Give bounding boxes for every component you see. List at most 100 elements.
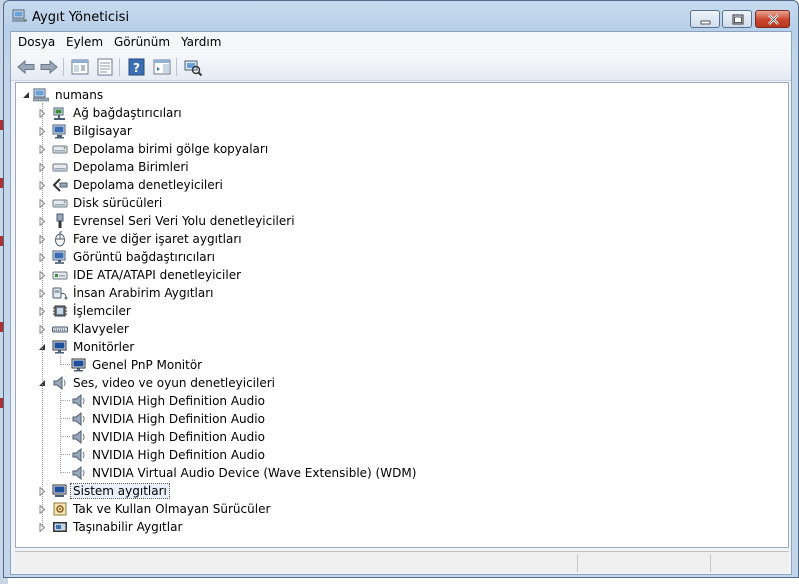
tree-connector bbox=[60, 392, 61, 473]
tree-connector bbox=[60, 464, 70, 473]
device-label: NVIDIA Virtual Audio Device (Wave Extens… bbox=[92, 466, 417, 480]
speaker-icon bbox=[72, 447, 85, 463]
properties-button[interactable] bbox=[94, 57, 116, 77]
menu-gorunum[interactable]: Görünüm bbox=[114, 35, 170, 49]
tree-item-goruntu-bagdastiricilari[interactable]: Görüntü bağdaştırıcıları bbox=[16, 248, 788, 266]
storage-controller-icon bbox=[52, 178, 68, 192]
network-adapter-icon bbox=[53, 107, 65, 120]
menu-bar: Dosya Eylem Görünüm Yardım bbox=[11, 32, 791, 52]
toolbar: ? bbox=[11, 53, 791, 81]
action-pane-button[interactable] bbox=[151, 57, 173, 77]
tree-device-nvidia-virtual-audio-device-wave-extensible-wdm[interactable]: NVIDIA Virtual Audio Device (Wave Extens… bbox=[16, 464, 788, 482]
back-button[interactable] bbox=[15, 57, 37, 77]
device-label: NVIDIA High Definition Audio bbox=[92, 412, 265, 426]
device-category-label: Sistem aygıtları bbox=[70, 483, 170, 499]
status-divider bbox=[710, 554, 711, 572]
show-hide-tree-button[interactable] bbox=[69, 57, 91, 77]
speaker-icon bbox=[72, 393, 85, 409]
status-divider bbox=[577, 554, 578, 572]
tree-device-nvidia-high-definition-audio[interactable]: NVIDIA High Definition Audio bbox=[16, 428, 788, 446]
tree-item-sistem-aygitlari[interactable]: Sistem aygıtları bbox=[16, 482, 788, 500]
menu-dosya[interactable]: Dosya bbox=[18, 35, 55, 49]
properties-icon bbox=[97, 58, 113, 76]
close-icon bbox=[768, 14, 779, 25]
device-label: NVIDIA High Definition Audio bbox=[92, 448, 265, 462]
tree-item-monitorler[interactable]: Monitörler bbox=[16, 338, 788, 356]
svg-text:?: ? bbox=[133, 61, 140, 75]
title-bar[interactable]: Aygıt Yöneticisi bbox=[4, 1, 798, 31]
tree-item-disk-suruculeri[interactable]: Disk sürücüleri bbox=[16, 194, 788, 212]
minimize-button[interactable] bbox=[690, 10, 720, 28]
mouse-icon bbox=[55, 231, 65, 247]
device-category-label: Görüntü bağdaştırıcıları bbox=[73, 250, 215, 264]
menu-eylem[interactable]: Eylem bbox=[66, 35, 103, 49]
show-hide-tree-icon bbox=[71, 59, 89, 75]
tree-device-genel-pnp-monitor[interactable]: Genel PnP Monitör bbox=[16, 356, 788, 374]
toolbar-separator bbox=[176, 58, 177, 76]
device-category-label: Depolama birimi gölge kopyaları bbox=[73, 142, 269, 156]
processor-icon bbox=[53, 305, 67, 317]
speaker-icon bbox=[72, 465, 85, 481]
storage-volume-icon bbox=[52, 163, 68, 172]
minimize-icon bbox=[700, 20, 711, 25]
tree-item-bilgisayar[interactable]: Bilgisayar bbox=[16, 122, 788, 140]
speaker-icon bbox=[72, 429, 85, 445]
tree-connector bbox=[60, 392, 70, 401]
tree-item-depolama-birimi-golge-kopyalari[interactable]: Depolama birimi gölge kopyaları bbox=[16, 140, 788, 158]
monitor-icon bbox=[71, 358, 86, 372]
tree-connector bbox=[60, 410, 70, 419]
close-button[interactable] bbox=[755, 10, 790, 28]
maximize-button[interactable] bbox=[722, 10, 752, 28]
speaker-icon bbox=[72, 411, 85, 427]
tree-device-nvidia-high-definition-audio[interactable]: NVIDIA High Definition Audio bbox=[16, 392, 788, 410]
tree-item-klavyeler[interactable]: Klavyeler bbox=[16, 320, 788, 338]
device-manager-window: Aygıt Yöneticisi Dosya Eylem Görünüm Yar… bbox=[3, 0, 799, 578]
hid-icon bbox=[52, 287, 68, 300]
device-category-label: Ses, video ve oyun denetleyicileri bbox=[73, 376, 276, 390]
tree-item-insan-arabirim-aygitlari[interactable]: İnsan Arabirim Aygıtları bbox=[16, 284, 788, 302]
device-category-label: Depolama denetleyicileri bbox=[73, 178, 223, 192]
tree-item-islemciler[interactable]: İşlemciler bbox=[16, 302, 788, 320]
device-category-label: Bilgisayar bbox=[73, 124, 132, 138]
tree-item-ide-ata-atapi-denetleyiciler[interactable]: IDE ATA/ATAPI denetleyiciler bbox=[16, 266, 788, 284]
device-label: Genel PnP Monitör bbox=[92, 358, 203, 372]
device-category-label: Klavyeler bbox=[73, 322, 129, 336]
tree-item-depolama-denetleyicileri[interactable]: Depolama denetleyicileri bbox=[16, 176, 788, 194]
ide-controller-icon bbox=[52, 271, 68, 280]
tree-item-depolama-birimleri[interactable]: Depolama Birimleri bbox=[16, 158, 788, 176]
forward-arrow-icon bbox=[40, 59, 58, 75]
help-icon: ? bbox=[128, 58, 145, 76]
collapse-arrow-icon[interactable] bbox=[22, 91, 31, 100]
tree-connector bbox=[60, 356, 61, 365]
monitor-icon bbox=[52, 340, 67, 354]
device-category-label: Depolama Birimleri bbox=[73, 160, 189, 174]
display-adapter-icon bbox=[52, 250, 66, 264]
menu-yardim[interactable]: Yardım bbox=[181, 35, 221, 49]
tree-item-fare-ve-diger-isaret-aygitlari[interactable]: Fare ve diğer işaret aygıtları bbox=[16, 230, 788, 248]
device-category-label: İnsan Arabirim Aygıtları bbox=[73, 286, 214, 300]
tree-device-nvidia-high-definition-audio[interactable]: NVIDIA High Definition Audio bbox=[16, 446, 788, 464]
device-label: NVIDIA High Definition Audio bbox=[92, 430, 265, 444]
device-tree[interactable]: numans Ağ bağdaştırıcıları Bilgisayar Depo… bbox=[15, 82, 789, 548]
speaker-icon bbox=[53, 375, 66, 391]
tree-connector bbox=[60, 356, 70, 365]
maximize-icon bbox=[732, 14, 744, 25]
tree-item-tasinabilir-aygitlar[interactable]: Taşınabilir Aygıtlar bbox=[16, 518, 788, 536]
forward-button[interactable] bbox=[38, 57, 60, 77]
usb-icon bbox=[56, 213, 64, 228]
device-category-label: Taşınabilir Aygıtlar bbox=[73, 520, 183, 534]
tree-root-row[interactable]: numans bbox=[16, 86, 788, 104]
tree-item-evrensel-seri-veri-yolu-denetleyicileri[interactable]: Evrensel Seri Veri Yolu denetleyicileri bbox=[16, 212, 788, 230]
client-area: Dosya Eylem Görünüm Yardım ? numans Ağ b… bbox=[10, 31, 792, 575]
scan-hardware-button[interactable] bbox=[182, 57, 204, 77]
tree-item-ag-bagdastiricilari[interactable]: Ağ bağdaştırıcıları bbox=[16, 104, 788, 122]
tree-connector bbox=[60, 428, 70, 437]
help-button[interactable]: ? bbox=[126, 57, 148, 77]
tree-item-tak-ve-kullan-olmayan-suruculer[interactable]: Tak ve Kullan Olmayan Sürücüler bbox=[16, 500, 788, 518]
device-label: NVIDIA High Definition Audio bbox=[92, 394, 265, 408]
tree-item-ses-video-ve-oyun-denetleyicileri[interactable]: Ses, video ve oyun denetleyicileri bbox=[16, 374, 788, 392]
tree-device-nvidia-high-definition-audio[interactable]: NVIDIA High Definition Audio bbox=[16, 410, 788, 428]
tree-connector bbox=[42, 103, 43, 527]
status-bar bbox=[15, 551, 789, 573]
disk-drive-icon bbox=[52, 199, 68, 208]
